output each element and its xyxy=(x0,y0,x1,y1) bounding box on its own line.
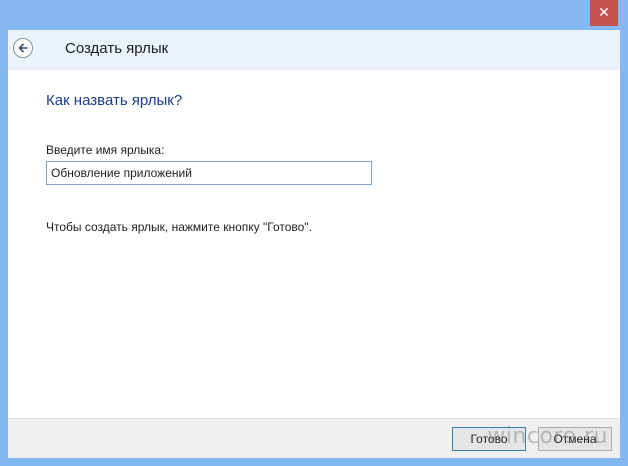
cancel-button[interactable]: Отмена xyxy=(538,427,612,451)
back-button[interactable] xyxy=(13,38,33,58)
wizard-title: Создать ярлык xyxy=(65,40,169,57)
wizard-footer: Готово Отмена xyxy=(8,418,620,458)
name-field-label: Введите имя ярлыка: xyxy=(46,143,165,157)
wizard-header: Создать ярлык xyxy=(8,30,620,70)
shortcut-name-input[interactable] xyxy=(46,161,372,185)
close-icon: ✕ xyxy=(598,5,610,21)
page-heading: Как назвать ярлык? xyxy=(46,92,183,109)
hint-text: Чтобы создать ярлык, нажмите кнопку "Гот… xyxy=(46,220,312,234)
finish-button[interactable]: Готово xyxy=(452,427,526,451)
close-button[interactable]: ✕ xyxy=(590,0,618,26)
window: ✕ Создать ярлык Как назвать ярлык? Введи… xyxy=(0,0,628,466)
wizard-content: Как назвать ярлык? Введите имя ярлыка: Ч… xyxy=(8,70,620,418)
back-arrow-icon xyxy=(18,43,28,53)
